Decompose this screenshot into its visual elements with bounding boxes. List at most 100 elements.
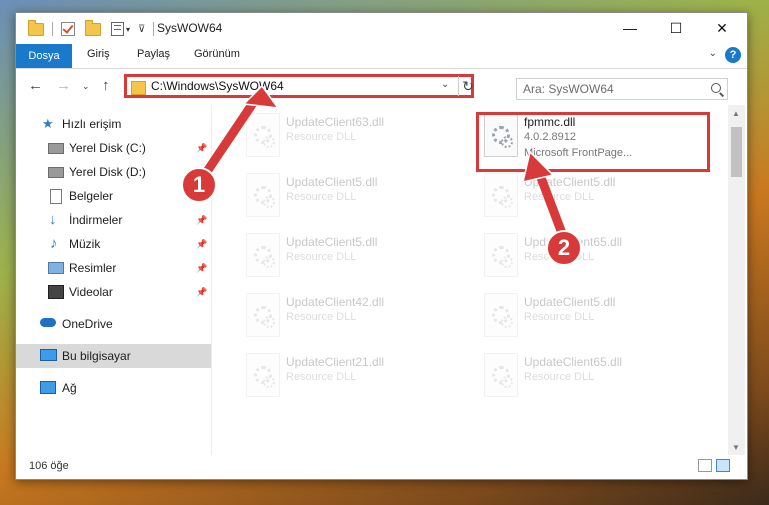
- recent-locations-icon[interactable]: ⌄: [82, 81, 90, 92]
- search-input[interactable]: Ara: SysWOW64: [516, 78, 728, 100]
- pin-icon[interactable]: 📌: [196, 215, 207, 226]
- tab-file[interactable]: Dosya: [16, 44, 72, 68]
- file-type: Resource DLL: [286, 251, 357, 263]
- sidebar-item-this-pc[interactable]: Bu bilgisayar: [16, 344, 211, 368]
- title-bar: ▾ ⊽ SysWOW64 — ☐ ✕: [16, 13, 747, 44]
- dll-file-icon: [246, 353, 280, 397]
- sidebar-item-quick-access[interactable]: ★ Hızlı erişim: [16, 112, 211, 136]
- pin-icon[interactable]: 📌: [196, 287, 207, 298]
- file-tile[interactable]: UpdateClient63.dll Resource DLL: [240, 109, 468, 167]
- dll-file-icon: [484, 353, 518, 397]
- customize-icon[interactable]: [111, 22, 124, 36]
- file-name: UpdateClient5.dll: [286, 235, 378, 249]
- vertical-scrollbar[interactable]: ▲ ▼: [728, 105, 745, 455]
- properties-check-icon[interactable]: [61, 22, 75, 36]
- file-type: Resource DLL: [286, 311, 357, 323]
- dll-file-icon: [484, 293, 518, 337]
- address-path[interactable]: C:\Windows\SysWOW64: [151, 79, 284, 93]
- pin-icon[interactable]: 📌: [196, 239, 207, 250]
- music-icon: ♪: [50, 235, 58, 252]
- dll-file-icon: [246, 113, 280, 157]
- drive-icon: [48, 143, 64, 154]
- pin-icon[interactable]: 📌: [196, 143, 207, 154]
- scroll-down-icon[interactable]: ▼: [732, 443, 740, 452]
- explorer-window: ▾ ⊽ SysWOW64 — ☐ ✕ Dosya Giriş Paylaş Gö…: [15, 12, 748, 480]
- dll-file-icon: [484, 173, 518, 217]
- divider: [52, 22, 53, 36]
- file-type: Resource DLL: [286, 131, 357, 143]
- qat-menu-icon[interactable]: ⊽: [138, 24, 145, 35]
- file-type: Resource DLL: [524, 371, 595, 383]
- large-icons-view-icon[interactable]: [716, 459, 730, 472]
- sidebar-item-label: Hızlı erişim: [62, 117, 122, 131]
- file-tile[interactable]: UpdateClient42.dll Resource DLL: [240, 289, 468, 347]
- folder-icon[interactable]: [28, 19, 44, 36]
- file-tile[interactable]: UpdateClient21.dll Resource DLL: [240, 349, 468, 407]
- tab-home[interactable]: Giriş: [87, 48, 110, 60]
- tab-share[interactable]: Paylaş: [137, 48, 170, 60]
- scroll-thumb[interactable]: [731, 127, 742, 177]
- divider: [153, 22, 155, 36]
- sidebar-item-videos[interactable]: Videolar 📌: [16, 280, 211, 304]
- callout-1: 1: [181, 167, 217, 203]
- file-tile[interactable]: UpdateClient5.dll Resource DLL: [240, 229, 468, 287]
- help-icon[interactable]: ?: [725, 47, 741, 63]
- sidebar-item-downloads[interactable]: ↓ İndirmeler 📌: [16, 208, 211, 232]
- file-tile[interactable]: UpdateClient5.dll Resource DLL: [478, 169, 706, 227]
- file-tile[interactable]: UpdateClient65.dll Resource DLL: [478, 349, 706, 407]
- drive-icon: [48, 167, 64, 178]
- callout-2: 2: [546, 230, 582, 266]
- pin-icon[interactable]: 📌: [196, 263, 207, 274]
- sidebar-item-pictures[interactable]: Resimler 📌: [16, 256, 211, 280]
- sidebar-item-onedrive[interactable]: OneDrive: [16, 312, 211, 336]
- forward-arrow-icon[interactable]: →: [56, 77, 71, 94]
- file-name: UpdateClient21.dll: [286, 355, 385, 369]
- star-icon: ★: [42, 116, 54, 131]
- file-name: UpdateClient63.dll: [286, 115, 385, 129]
- sidebar-item-label: Belgeler: [69, 189, 114, 203]
- file-type: Resource DLL: [286, 371, 357, 383]
- dropdown-arrow-icon[interactable]: ▾: [126, 25, 130, 34]
- file-name: UpdateClient42.dll: [286, 295, 385, 309]
- documents-icon: [50, 189, 62, 204]
- details-view-icon[interactable]: [698, 459, 712, 472]
- up-arrow-icon[interactable]: ↑: [102, 77, 110, 94]
- maximize-button[interactable]: ☐: [653, 13, 699, 43]
- item-count: 106 öğe: [29, 460, 69, 472]
- sidebar-item-network[interactable]: Ağ: [16, 376, 211, 400]
- sidebar-item-label: Bu bilgisayar: [62, 349, 131, 363]
- refresh-icon[interactable]: ↻: [458, 76, 477, 96]
- file-type: Resource DLL: [286, 191, 357, 203]
- folder-icon: [131, 81, 146, 95]
- sidebar-item-disk-c[interactable]: Yerel Disk (C:) 📌: [16, 136, 211, 160]
- status-bar: 106 öğe: [16, 455, 747, 479]
- file-name: UpdateClient65.dll: [524, 355, 623, 369]
- new-folder-icon[interactable]: [85, 19, 101, 36]
- sidebar-item-label: Resimler: [69, 261, 117, 275]
- scroll-up-icon[interactable]: ▲: [732, 109, 740, 118]
- back-arrow-icon[interactable]: ←: [28, 77, 43, 94]
- file-tile[interactable]: UpdateClient5.dll Resource DLL: [240, 169, 468, 227]
- file-type: Resource DLL: [524, 191, 595, 203]
- quick-access-toolbar: ▾ ⊽: [28, 19, 155, 38]
- chevron-down-icon[interactable]: ⌄: [441, 79, 449, 90]
- search-icon[interactable]: [711, 83, 721, 93]
- expand-ribbon-icon[interactable]: ⌄: [709, 48, 717, 59]
- file-tile[interactable]: UpdateClient5.dll Resource DLL: [478, 289, 706, 347]
- file-name: UpdateClient5.dll: [524, 175, 616, 189]
- network-icon: [40, 381, 56, 394]
- sidebar-item-label: Videolar: [69, 285, 113, 299]
- sidebar-item-music[interactable]: ♪ Müzik 📌: [16, 232, 211, 256]
- close-button[interactable]: ✕: [699, 13, 745, 43]
- search-placeholder: Ara: SysWOW64: [523, 82, 614, 96]
- minimize-button[interactable]: —: [607, 13, 653, 43]
- dll-file-icon: [246, 233, 280, 277]
- sidebar-item-label: Müzik: [69, 237, 101, 251]
- dll-file-icon: [484, 233, 518, 277]
- file-name: UpdateClient5.dll: [524, 295, 616, 309]
- tab-view[interactable]: Görünüm: [194, 48, 240, 60]
- sidebar-item-label: Ağ: [62, 381, 77, 395]
- window-title: SysWOW64: [157, 21, 223, 35]
- file-tile[interactable]: UpdateClient65.dll Resource DLL: [478, 229, 706, 287]
- address-bar[interactable]: C:\Windows\SysWOW64 ⌄ ↻: [124, 74, 474, 98]
